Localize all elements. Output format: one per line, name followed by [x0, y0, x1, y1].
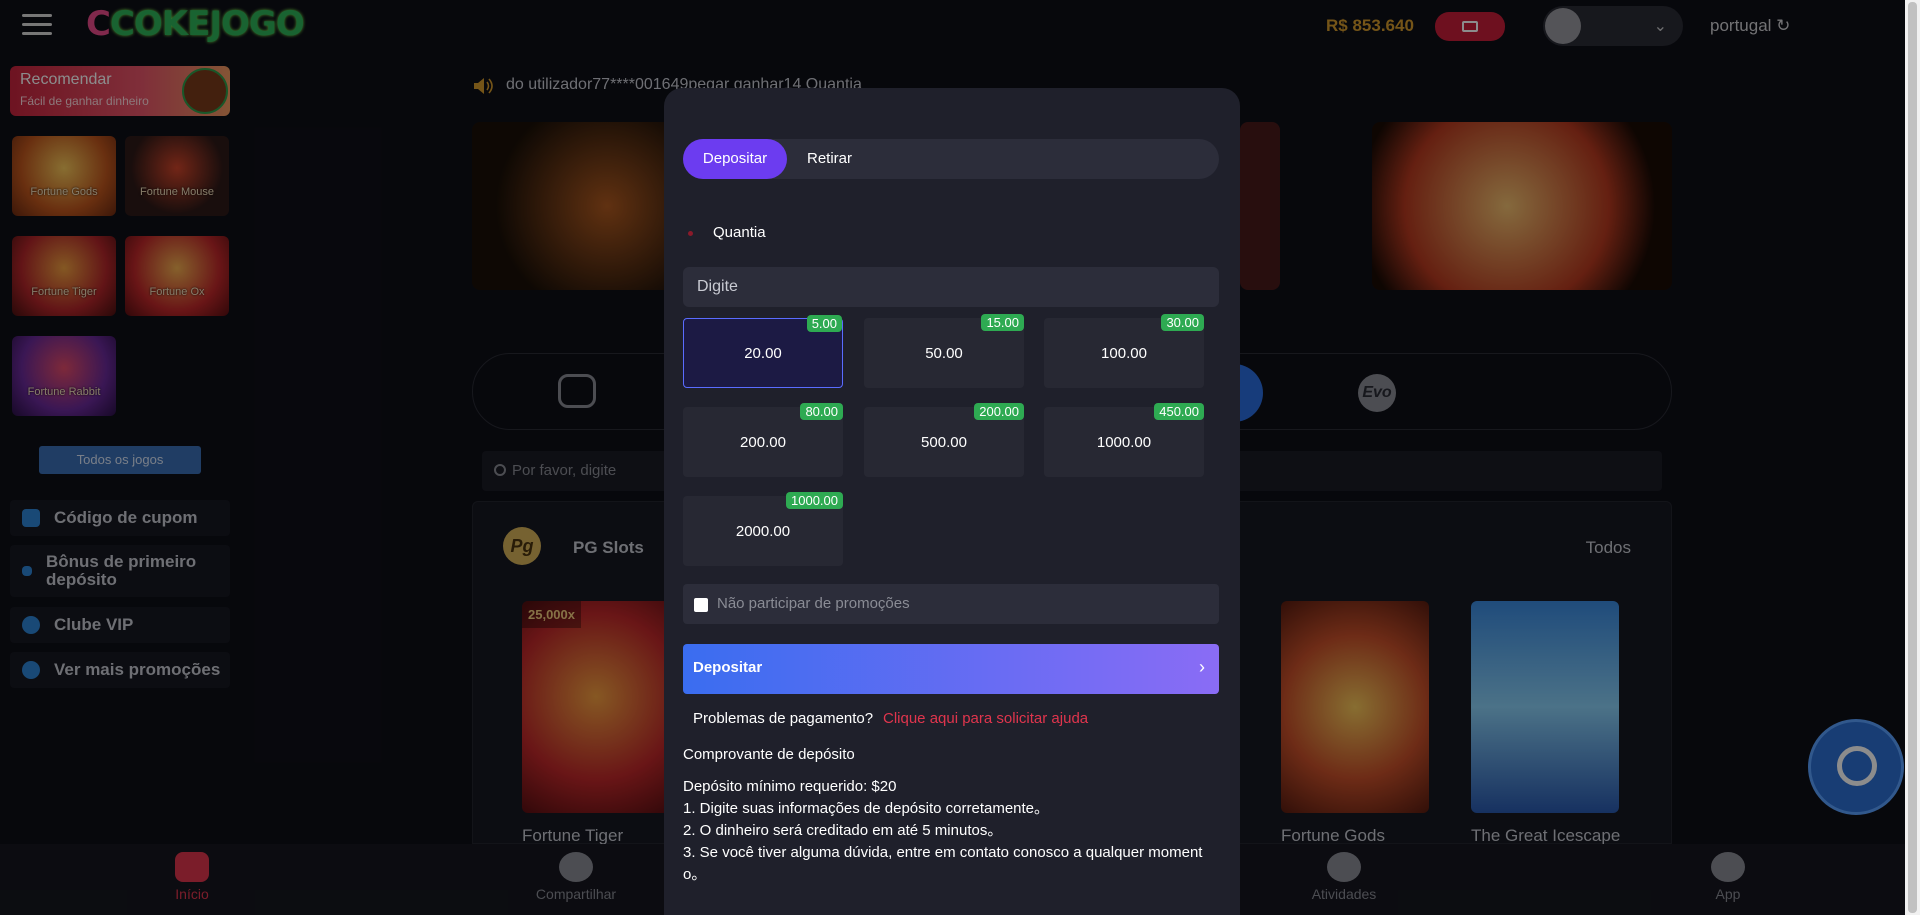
- bonus-badge: 5.00: [806, 315, 842, 332]
- scrollbar-thumb[interactable]: [1908, 2, 1917, 913]
- tab-depositar[interactable]: Depositar: [683, 139, 787, 179]
- request-help-link[interactable]: Clique aqui para solicitar ajuda: [883, 710, 1088, 727]
- option-amount: 200.00: [740, 433, 786, 451]
- amount-option[interactable]: 500.00 200.00: [864, 403, 1024, 477]
- option-amount: 20.00: [744, 344, 782, 362]
- amount-option[interactable]: 2000.00 1000.00: [683, 492, 843, 566]
- bonus-badge: 450.00: [1154, 403, 1204, 420]
- deposit-modal: Depositar Retirar Quantia 20.00 5.00 50.…: [664, 88, 1240, 915]
- option-amount: 2000.00: [735, 522, 791, 540]
- amount-option[interactable]: 200.00 80.00: [683, 403, 843, 477]
- bonus-badge: 1000.00: [786, 492, 843, 509]
- no-promotion-option[interactable]: Não participar de promoções: [683, 584, 1219, 624]
- amount-option[interactable]: 100.00 30.00: [1044, 314, 1204, 388]
- required-marker: [688, 231, 693, 236]
- deposit-receipt-title: Comprovante de depósito: [683, 746, 855, 763]
- option-amount: 100.00: [1101, 344, 1147, 362]
- chevron-right-icon: ›: [1199, 657, 1205, 677]
- page-scrollbar[interactable]: [1905, 0, 1920, 915]
- amount-label: Quantia: [713, 224, 766, 241]
- instruction-line: 3. Se você tiver alguma dúvida, entre em…: [683, 844, 1203, 883]
- no-promotion-checkbox[interactable]: [694, 598, 708, 612]
- payment-problems-text: Problemas de pagamento?: [693, 710, 874, 727]
- amount-option[interactable]: 20.00 5.00: [683, 315, 843, 388]
- option-amount: 50.00: [925, 344, 963, 362]
- amount-option[interactable]: 50.00 15.00: [864, 314, 1024, 388]
- bonus-badge: 80.00: [800, 403, 843, 420]
- minimum-deposit-text: Depósito mínimo requerido: $20: [683, 778, 897, 795]
- instruction-line: 2. O dinheiro será creditado em até 5 mi…: [683, 822, 1003, 839]
- tab-retirar[interactable]: Retirar: [807, 139, 852, 179]
- no-promotion-label: Não participar de promoções: [717, 595, 910, 612]
- deposit-submit-button[interactable]: Depositar ›: [683, 644, 1219, 694]
- option-amount: 1000.00: [1096, 433, 1152, 451]
- amount-option[interactable]: 1000.00 450.00: [1044, 403, 1204, 477]
- bonus-badge: 15.00: [981, 314, 1024, 331]
- bonus-badge: 30.00: [1161, 314, 1204, 331]
- bonus-badge: 200.00: [974, 403, 1024, 420]
- option-amount: 500.00: [921, 433, 967, 451]
- deposit-withdraw-tabs: Depositar Retirar: [683, 139, 1219, 179]
- instruction-line: 1. Digite suas informações de depósito c…: [683, 800, 1050, 817]
- deposit-button-label: Depositar: [693, 659, 763, 676]
- amount-input[interactable]: [683, 267, 1219, 307]
